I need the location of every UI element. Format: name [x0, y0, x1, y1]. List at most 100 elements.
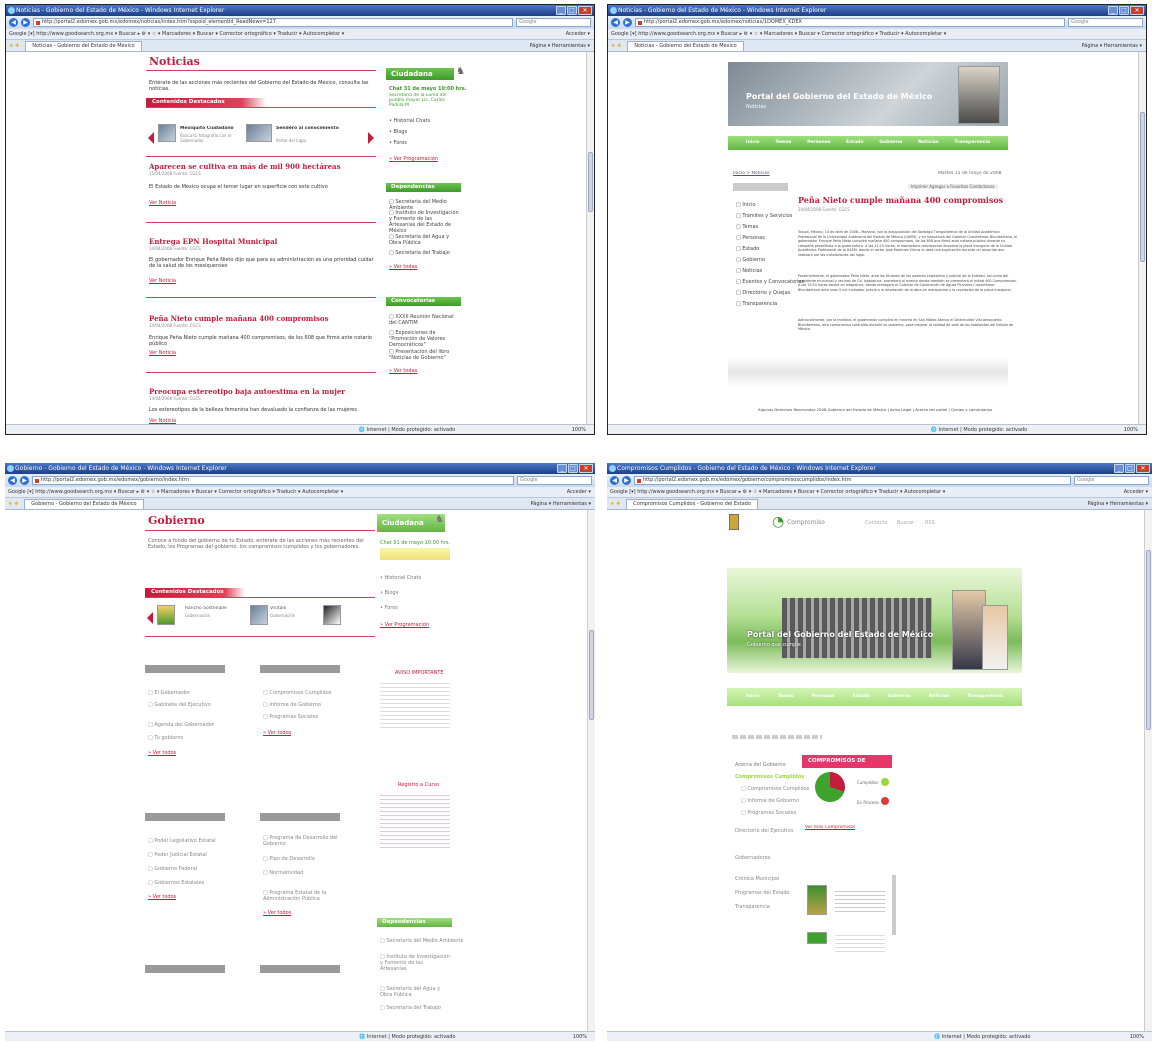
carousel-prev-icon[interactable]	[148, 132, 154, 144]
security-zone[interactable]: 🌐 Internet | Modo protegido: activado	[931, 425, 1027, 434]
section-link[interactable]: □ Tu gobierno	[148, 735, 183, 741]
dependency-link[interactable]: □ Secretaría del Agua y Obra Pública	[389, 234, 459, 246]
left-nav-item[interactable]: Acerca del Gobierno	[735, 762, 786, 768]
forward-icon[interactable]: ▶	[622, 476, 631, 485]
section-link[interactable]: □ Poder Judicial Estatal	[148, 852, 207, 858]
back-icon[interactable]: ◀	[610, 476, 619, 485]
featured-title[interactable]: Rancho Sostenible	[185, 606, 227, 611]
google-toolbar-items[interactable]: Google [▾] http://www.goodsearch.org.mx …	[8, 489, 343, 495]
back-icon[interactable]: ◀	[9, 18, 18, 27]
course-title[interactable]: Registro a Curso	[398, 782, 439, 788]
menu-item[interactable]: Estado	[846, 136, 863, 150]
menu-item[interactable]: Transparencia	[967, 688, 1003, 706]
read-more-link[interactable]: Ver Noticia	[149, 350, 176, 356]
left-nav-item[interactable]: □ Directorio y Quejas	[736, 290, 790, 296]
call-link[interactable]: □ XXXII Reunión Nacional del CANTIM	[389, 314, 459, 326]
article-tools[interactable]: Imprimir Agregar a Favoritos Contáctanos	[908, 184, 998, 189]
news-title[interactable]: Peña Nieto cumple mañana 400 compromisos	[149, 314, 329, 323]
left-nav-item[interactable]: □ Personas	[736, 235, 765, 241]
section-link[interactable]: □ Plan de Desarrollo	[263, 856, 315, 862]
call-link[interactable]: □ Presentación del libro "Noticias de Go…	[389, 349, 459, 361]
left-nav-item[interactable]: Crónica Municipal	[735, 876, 779, 882]
dependency-link[interactable]: □ Secretaría del Agua y Obra Pública	[380, 986, 450, 998]
minimize-button[interactable]: _	[1114, 464, 1124, 473]
programming-link[interactable]: » Ver Programación	[389, 156, 438, 162]
menu-item[interactable]: Noticias	[929, 688, 949, 706]
section-more-link[interactable]: » Ver todos	[148, 894, 176, 900]
section-more-link[interactable]: » Ver todos	[263, 910, 291, 916]
promo-thumb[interactable]	[807, 885, 827, 915]
browser-tab[interactable]: Compromisos Cumplidos - Gobierno del Est…	[626, 499, 758, 509]
call-link[interactable]: □ Exposiciones de "Promoción de Valores …	[389, 330, 459, 348]
menu-item[interactable]: Transparencia	[954, 136, 990, 150]
dependency-link[interactable]: □ Instituto de Investigación y Fomento d…	[389, 210, 459, 234]
left-nav-item[interactable]: □ Estado	[736, 246, 759, 252]
minimize-button[interactable]: _	[556, 6, 566, 15]
section-link[interactable]: □ Gobiernos Estatales	[148, 880, 204, 886]
security-zone[interactable]: 🌐 Internet | Modo protegido: activado	[359, 425, 455, 434]
zoom-level[interactable]: 100%	[1124, 425, 1138, 434]
featured-thumb[interactable]	[246, 124, 272, 142]
carousel-next-icon[interactable]	[368, 132, 374, 144]
promo-thumb[interactable]	[807, 932, 827, 944]
featured-title[interactable]: Mexiquito Ciudadano	[180, 126, 234, 131]
vertical-scrollbar[interactable]	[586, 52, 594, 424]
section-link[interactable]: □ Agenda del Gobernador	[148, 722, 214, 728]
top-link[interactable]: Buscar	[897, 520, 914, 526]
close-button[interactable]: ✕	[579, 464, 593, 473]
left-nav-item[interactable]: Compromisos Cumplidos	[735, 774, 804, 780]
featured-thumb[interactable]	[323, 605, 341, 625]
left-nav-item[interactable]: Directorio del Ejecutivo	[735, 828, 795, 834]
menu-item[interactable]: Gobierno	[888, 688, 911, 706]
menu-item[interactable]: Temas	[775, 136, 791, 150]
breadcrumb[interactable]: Inicio > Noticias	[733, 171, 770, 176]
left-nav-item[interactable]: □ Temas	[736, 224, 758, 230]
section-link[interactable]: □ Gabinete del Ejecutivo	[148, 702, 211, 708]
left-nav-item[interactable]: □ Inicio	[736, 202, 756, 208]
menu-item[interactable]: Personas	[807, 136, 830, 150]
menu-item[interactable]: Estado	[853, 688, 870, 706]
forward-icon[interactable]: ▶	[20, 476, 29, 485]
news-title[interactable]: Entrega EPN Hospital Municipal	[149, 237, 277, 246]
left-nav-item[interactable]: □ Noticias	[736, 268, 762, 274]
zoom-level[interactable]: 100%	[573, 1032, 587, 1041]
close-button[interactable]: ✕	[578, 6, 592, 15]
side-item[interactable]: • Historial Chats	[389, 118, 430, 124]
top-link[interactable]: RSS	[925, 520, 935, 526]
side-item[interactable]: • Blogs	[389, 129, 407, 135]
address-input[interactable]: http://portal2.edomex.gob.mx/edomex/gobi…	[634, 476, 1071, 485]
featured-title[interactable]: Visítalo	[270, 606, 286, 611]
dependency-link[interactable]: □ Secretaría del Trabajo	[380, 1005, 441, 1011]
minimize-button[interactable]: _	[557, 464, 567, 473]
page-tools-menu[interactable]: Página ▾ Herramientas ▾	[1082, 40, 1143, 51]
menu-item[interactable]: Personas	[811, 688, 834, 706]
google-signin-link[interactable]: Acceder ▾	[567, 487, 591, 497]
forward-icon[interactable]: ▶	[623, 18, 632, 27]
news-title[interactable]: Preocupa estereotipo baja autoestima en …	[149, 387, 345, 396]
browser-tab[interactable]: Gobierno - Gobierno del Estado de México	[24, 499, 144, 509]
google-signin-link[interactable]: Acceder ▾	[566, 29, 590, 39]
address-input[interactable]: http://portal2.edomex.gob.mx/edomex/noti…	[33, 18, 513, 27]
left-nav-item[interactable]: □ Trámites y Servicios	[736, 213, 792, 219]
vertical-scrollbar[interactable]	[1138, 52, 1146, 424]
left-nav-item[interactable]: □ Gobierno	[736, 257, 765, 263]
left-nav-subitem[interactable]: □ Informe de Gobierno	[741, 798, 799, 804]
security-zone[interactable]: 🌐 Internet | Modo protegido: activado	[934, 1032, 1030, 1041]
vertical-scrollbar[interactable]	[1144, 510, 1152, 1031]
section-link[interactable]: □ Programas Sociales	[263, 714, 318, 720]
vertical-scrollbar[interactable]	[587, 510, 595, 1031]
left-nav-item[interactable]: □ Eventos y Convocatorias	[736, 279, 804, 285]
calls-more-link[interactable]: » Ver todas	[389, 368, 417, 374]
back-icon[interactable]: ◀	[611, 18, 620, 27]
section-more-link[interactable]: » Ver todos	[263, 730, 291, 736]
chat-title[interactable]: Chat 31 de mayo 10:00 hrs.	[389, 86, 467, 92]
zoom-level[interactable]: 100%	[572, 425, 586, 434]
read-more-link[interactable]: Ver Noticia	[149, 200, 176, 206]
left-nav-subitem[interactable]: □ Compromisos Cumplidos	[741, 786, 809, 792]
side-item[interactable]: • Blogs	[380, 590, 398, 596]
left-nav-item[interactable]: Gobernadores	[735, 855, 770, 861]
favorites-star-icon[interactable]: ★ ✚	[9, 43, 19, 49]
left-nav-subitem[interactable]: □ Programas Sociales	[741, 810, 796, 816]
minimize-button[interactable]: _	[1108, 6, 1118, 15]
search-input[interactable]: Google	[1068, 18, 1143, 27]
